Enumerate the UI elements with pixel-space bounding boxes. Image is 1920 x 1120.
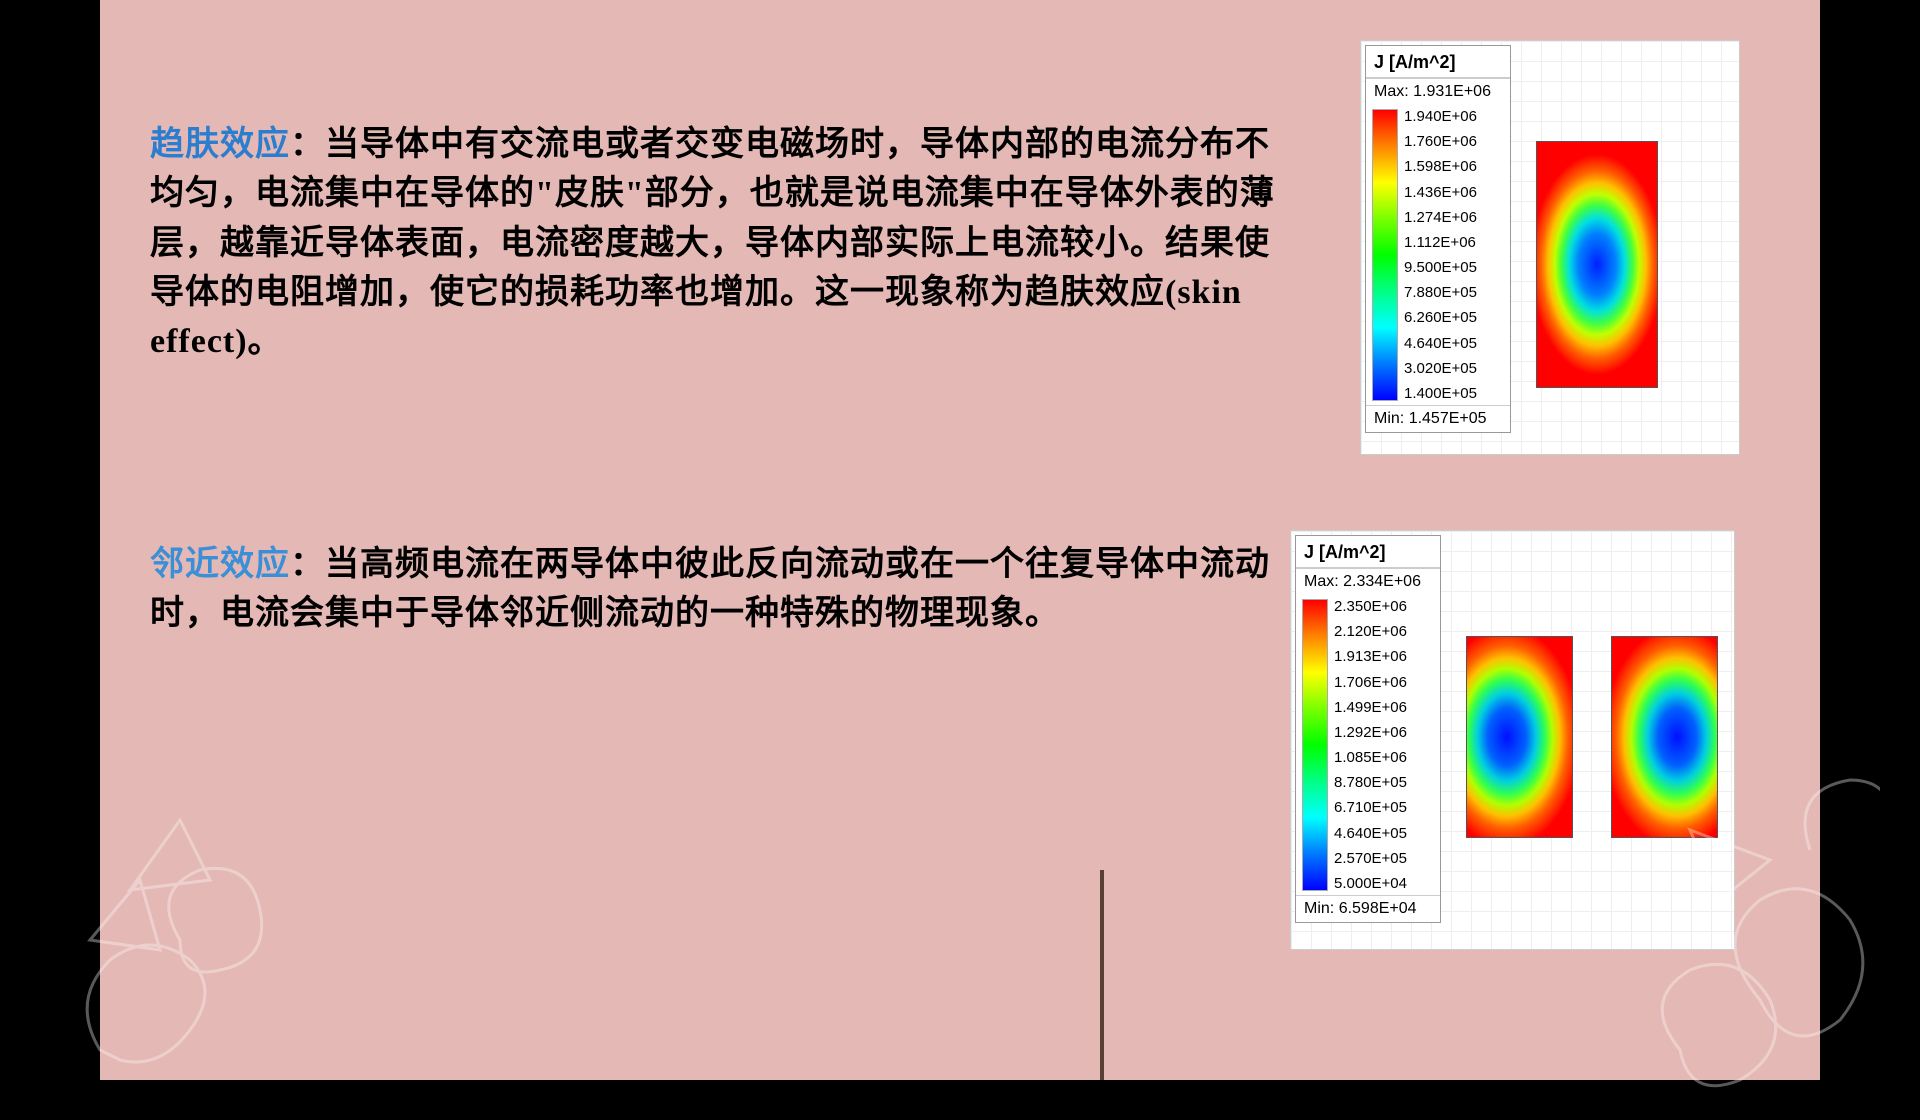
legend-value: 4.640E+05	[1334, 826, 1407, 841]
legend-value: 1.400E+05	[1404, 386, 1477, 401]
legend-value: 1.760E+06	[1404, 134, 1477, 149]
legend-value: 1.940E+06	[1404, 109, 1477, 124]
legend-value: 2.570E+05	[1334, 851, 1407, 866]
legend1-colorbar	[1372, 109, 1398, 401]
legend-box-2: J [A/m^2] Max: 2.334E+06 2.350E+06 2.120E…	[1295, 535, 1441, 923]
legend-value: 1.292E+06	[1334, 725, 1407, 740]
legend-value: 3.020E+05	[1404, 361, 1477, 376]
legend-value: 2.350E+06	[1334, 599, 1407, 614]
legend-value: 6.710E+05	[1334, 800, 1407, 815]
legend-box-1: J [A/m^2] Max: 1.931E+06 1.940E+06 1.760E…	[1365, 45, 1511, 433]
legend-value: 8.780E+05	[1334, 775, 1407, 790]
legend-value: 2.120E+06	[1334, 624, 1407, 639]
legend2-colorbar	[1302, 599, 1328, 891]
legend-value: 9.500E+05	[1404, 260, 1477, 275]
legend1-scale: 1.940E+06 1.760E+06 1.598E+06 1.436E+06 1.27…	[1366, 105, 1510, 405]
flower-decoration-left	[60, 760, 410, 1110]
skin-effect-field-plot	[1536, 141, 1656, 386]
legend-value: 1.085E+06	[1334, 750, 1407, 765]
legend-value: 5.000E+04	[1334, 876, 1407, 891]
proximity-effect-term: 邻近效应	[150, 546, 290, 583]
decorative-stem	[1100, 870, 1104, 1080]
proximity-effect-paragraph: 邻近效应：当高频电流在两导体中彼此反向流动或在一个往复导体中流动时，电流会集中于…	[150, 540, 1300, 639]
legend1-min: Min: 1.457E+05	[1366, 405, 1510, 432]
skin-effect-term: 趋肤效应	[150, 126, 290, 163]
legend2-min: Min: 6.598E+04	[1296, 895, 1440, 922]
flower-decoration-right	[1460, 700, 1880, 1120]
legend-value: 1.913E+06	[1334, 649, 1407, 664]
legend1-values: 1.940E+06 1.760E+06 1.598E+06 1.436E+06 1.27…	[1404, 109, 1477, 401]
legend-value: 4.640E+05	[1404, 336, 1477, 351]
legend2-values: 2.350E+06 2.120E+06 1.913E+06 1.706E+06 1.49…	[1334, 599, 1407, 891]
legend2-scale: 2.350E+06 2.120E+06 1.913E+06 1.706E+06 1.49…	[1296, 595, 1440, 895]
legend1-max: Max: 1.931E+06	[1366, 78, 1510, 105]
proximity-effect-text: ：当高频电流在两导体中彼此反向流动或在一个往复导体中流动时，电流会集中于导体邻近…	[150, 546, 1270, 632]
legend-value: 1.499E+06	[1334, 700, 1407, 715]
skin-effect-text: ：当导体中有交流电或者交变电磁场时，导体内部的电流分布不均匀，电流集中在导体的"…	[150, 126, 1275, 360]
legend-value: 6.260E+05	[1404, 310, 1477, 325]
legend-value: 1.706E+06	[1334, 675, 1407, 690]
legend-value: 1.274E+06	[1404, 210, 1477, 225]
slide-background: 趋肤效应：当导体中有交流电或者交变电磁场时，导体内部的电流分布不均匀，电流集中在…	[100, 0, 1820, 1080]
legend2-max: Max: 2.334E+06	[1296, 568, 1440, 595]
skin-effect-simulation-panel: J [A/m^2] Max: 1.931E+06 1.940E+06 1.760E…	[1360, 40, 1740, 455]
legend-value: 1.112E+06	[1404, 235, 1477, 250]
legend-value: 1.598E+06	[1404, 159, 1477, 174]
legend1-title: J [A/m^2]	[1366, 46, 1510, 78]
legend-value: 1.436E+06	[1404, 185, 1477, 200]
legend-value: 7.880E+05	[1404, 285, 1477, 300]
skin-effect-paragraph: 趋肤效应：当导体中有交流电或者交变电磁场时，导体内部的电流分布不均匀，电流集中在…	[150, 120, 1300, 366]
legend2-title: J [A/m^2]	[1296, 536, 1440, 568]
